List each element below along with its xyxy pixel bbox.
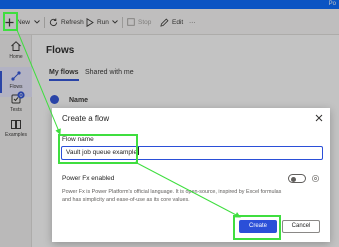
gear-icon[interactable] [311,174,320,183]
close-icon[interactable] [314,113,324,123]
flow-name-input[interactable]: Vault job queue example [61,146,323,160]
flow-name-label: Flow name [62,136,94,143]
text-caret [138,147,140,155]
power-fx-label: Power Fx enabled [62,175,115,182]
create-flow-dialog: Create a flow Flow name Vault job queue … [52,108,330,242]
cancel-button[interactable]: Cancel [282,220,320,233]
flow-name-value: Vault job queue example [66,149,138,156]
power-fx-description: Power Fx is Power Platform's official la… [62,189,282,203]
power-fx-toggle[interactable] [288,174,306,183]
create-button[interactable]: Create [239,220,277,233]
dialog-title: Create a flow [62,114,110,123]
toggle-knob [291,176,296,182]
